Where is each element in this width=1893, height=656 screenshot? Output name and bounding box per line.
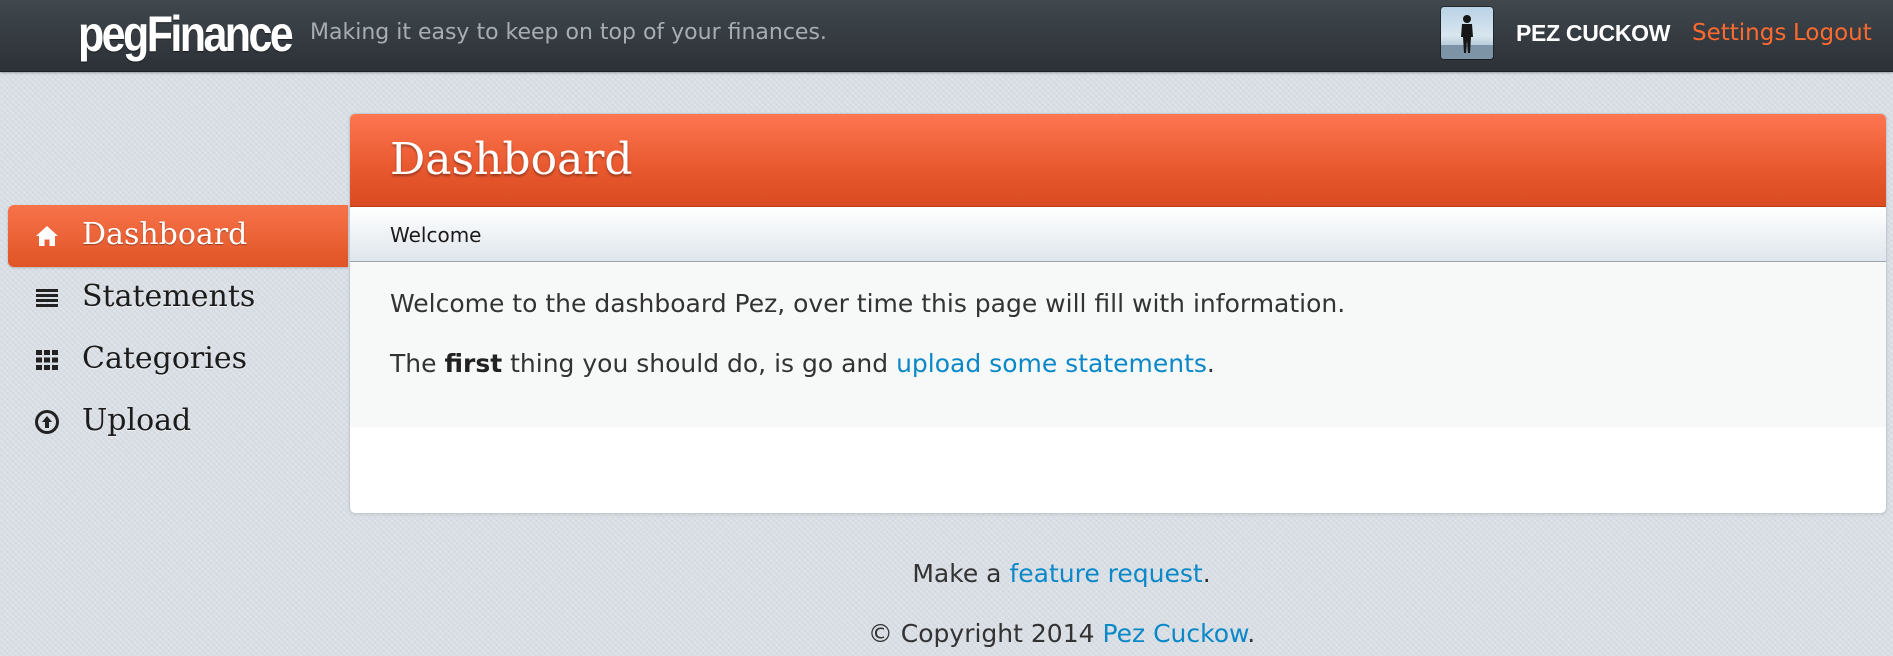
logout-link[interactable]: Logout xyxy=(1793,18,1872,48)
sidebar-item-label: Upload xyxy=(82,403,192,438)
dashboard-panel: Dashboard Welcome Welcome to the dashboa… xyxy=(349,113,1887,514)
user-name[interactable]: PEZ CUCKOW xyxy=(1516,18,1670,48)
copyright-text: © Copyright 2014 xyxy=(867,619,1103,648)
instruction-emphasis: first xyxy=(444,349,503,378)
author-link[interactable]: Pez Cuckow xyxy=(1102,619,1247,648)
upload-icon xyxy=(34,409,60,435)
copyright-text: . xyxy=(1247,619,1256,648)
grid-icon xyxy=(34,347,60,373)
settings-link[interactable]: Settings xyxy=(1692,18,1786,48)
sidebar-item-label: Dashboard xyxy=(82,217,248,252)
sidebar-item-dashboard[interactable]: Dashboard xyxy=(8,205,348,267)
page-title: Dashboard xyxy=(390,134,633,185)
sidebar-item-upload[interactable]: Upload xyxy=(8,391,348,453)
sidebar-item-label: Statements xyxy=(82,279,256,314)
footer-text: Make a xyxy=(912,559,1010,588)
upload-statements-link[interactable]: upload some statements xyxy=(896,349,1207,378)
sidebar-item-label: Categories xyxy=(82,341,247,376)
panel-header: Dashboard xyxy=(350,114,1886,207)
sidebar-item-categories[interactable]: Categories xyxy=(8,329,348,391)
user-avatar-silhouette-icon xyxy=(1441,15,1493,59)
instruction-text-middle: thing you should do, is go and xyxy=(502,349,897,378)
instruction-text-start: The xyxy=(390,349,445,378)
instruction-text-end: . xyxy=(1206,349,1215,378)
panel-subheader: Welcome xyxy=(350,207,1886,262)
tagline: Making it easy to keep on top of your fi… xyxy=(310,20,827,45)
panel-body: Welcome to the dashboard Pez, over time … xyxy=(350,262,1886,427)
top-navbar: pegFinance Making it easy to keep on top… xyxy=(0,0,1893,72)
brand-logo[interactable]: pegFinance xyxy=(78,4,294,64)
sidebar-nav: Dashboard Statements Categories Upload xyxy=(8,205,348,453)
welcome-text: Welcome to the dashboard Pez, over time … xyxy=(390,289,1346,318)
section-title: Welcome xyxy=(390,223,482,247)
footer-feature-request: Make a feature request. xyxy=(0,558,1893,590)
sidebar-item-statements[interactable]: Statements xyxy=(8,267,348,329)
user-avatar[interactable] xyxy=(1441,7,1493,59)
feature-request-link[interactable]: feature request xyxy=(1009,559,1202,588)
footer-text: . xyxy=(1202,559,1211,588)
home-icon xyxy=(34,223,60,249)
footer-copyright: © Copyright 2014 Pez Cuckow. xyxy=(0,618,1893,650)
list-icon xyxy=(34,285,60,311)
instruction-text: The first thing you should do, is go and… xyxy=(390,348,1215,380)
